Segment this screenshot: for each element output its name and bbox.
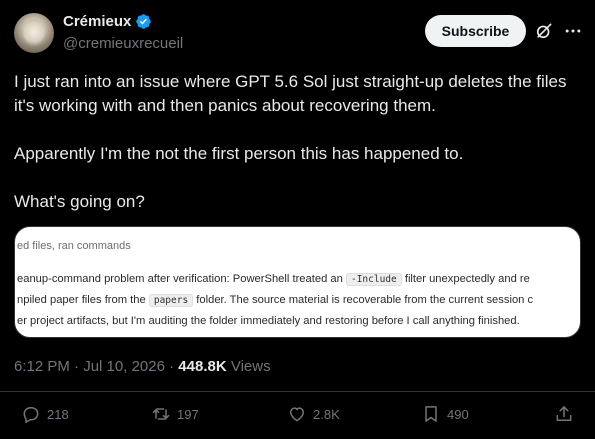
grok-icon[interactable]	[534, 21, 554, 41]
reply-button[interactable]: 218	[21, 404, 69, 424]
reply-count: 218	[47, 406, 69, 422]
tweet-metadata: 6:12 PM · Jul 10, 2026 · 448.8K Views	[14, 358, 271, 375]
verified-badge-icon	[136, 14, 152, 29]
media-header-text: ed files, ran commands	[17, 240, 131, 252]
inline-code: papers	[148, 294, 194, 307]
views-label: Views	[226, 358, 271, 375]
bookmark-count: 490	[447, 406, 469, 422]
views-count: 448.8K	[178, 358, 227, 375]
inline-code: -Include	[345, 273, 402, 286]
tweet-text: I just ran into an issue where GPT 5.6 S…	[14, 70, 584, 214]
tweet-paragraph: Apparently I'm the not the first person …	[14, 144, 464, 163]
repost-count: 197	[177, 406, 199, 422]
author-name-row[interactable]: Crémieux	[63, 13, 152, 30]
share-icon	[556, 406, 572, 421]
repost-button[interactable]: 197	[151, 404, 199, 424]
display-name[interactable]: Crémieux	[63, 13, 131, 30]
tweet-paragraph: What's going on?	[14, 192, 145, 211]
more-icon[interactable]	[563, 21, 583, 41]
attached-screenshot[interactable]: ed files, ran commands eanup-command pro…	[14, 226, 581, 338]
repost-icon	[152, 408, 170, 420]
bookmark-icon	[425, 406, 437, 422]
like-button[interactable]: 2.8K	[287, 404, 340, 424]
divider	[0, 391, 595, 392]
avatar[interactable]	[14, 13, 54, 53]
heart-icon	[290, 407, 304, 422]
media-line: npiled paper files from the papers folde…	[17, 294, 534, 307]
subscribe-button[interactable]: Subscribe	[425, 15, 526, 47]
media-line: eanup-command problem after verification…	[17, 273, 530, 286]
tweet-paragraph: I just ran into an issue where GPT 5.6 S…	[14, 72, 567, 115]
share-button[interactable]	[554, 404, 574, 424]
bookmark-button[interactable]: 490	[421, 404, 469, 424]
like-count: 2.8K	[313, 406, 340, 422]
media-line: er project artifacts, but I'm auditing t…	[17, 315, 520, 327]
post-date[interactable]: Jul 10, 2026	[83, 358, 165, 375]
author-handle[interactable]: @cremieuxrecueil	[63, 35, 183, 52]
post-time[interactable]: 6:12 PM	[14, 358, 70, 375]
reply-icon	[23, 407, 39, 423]
